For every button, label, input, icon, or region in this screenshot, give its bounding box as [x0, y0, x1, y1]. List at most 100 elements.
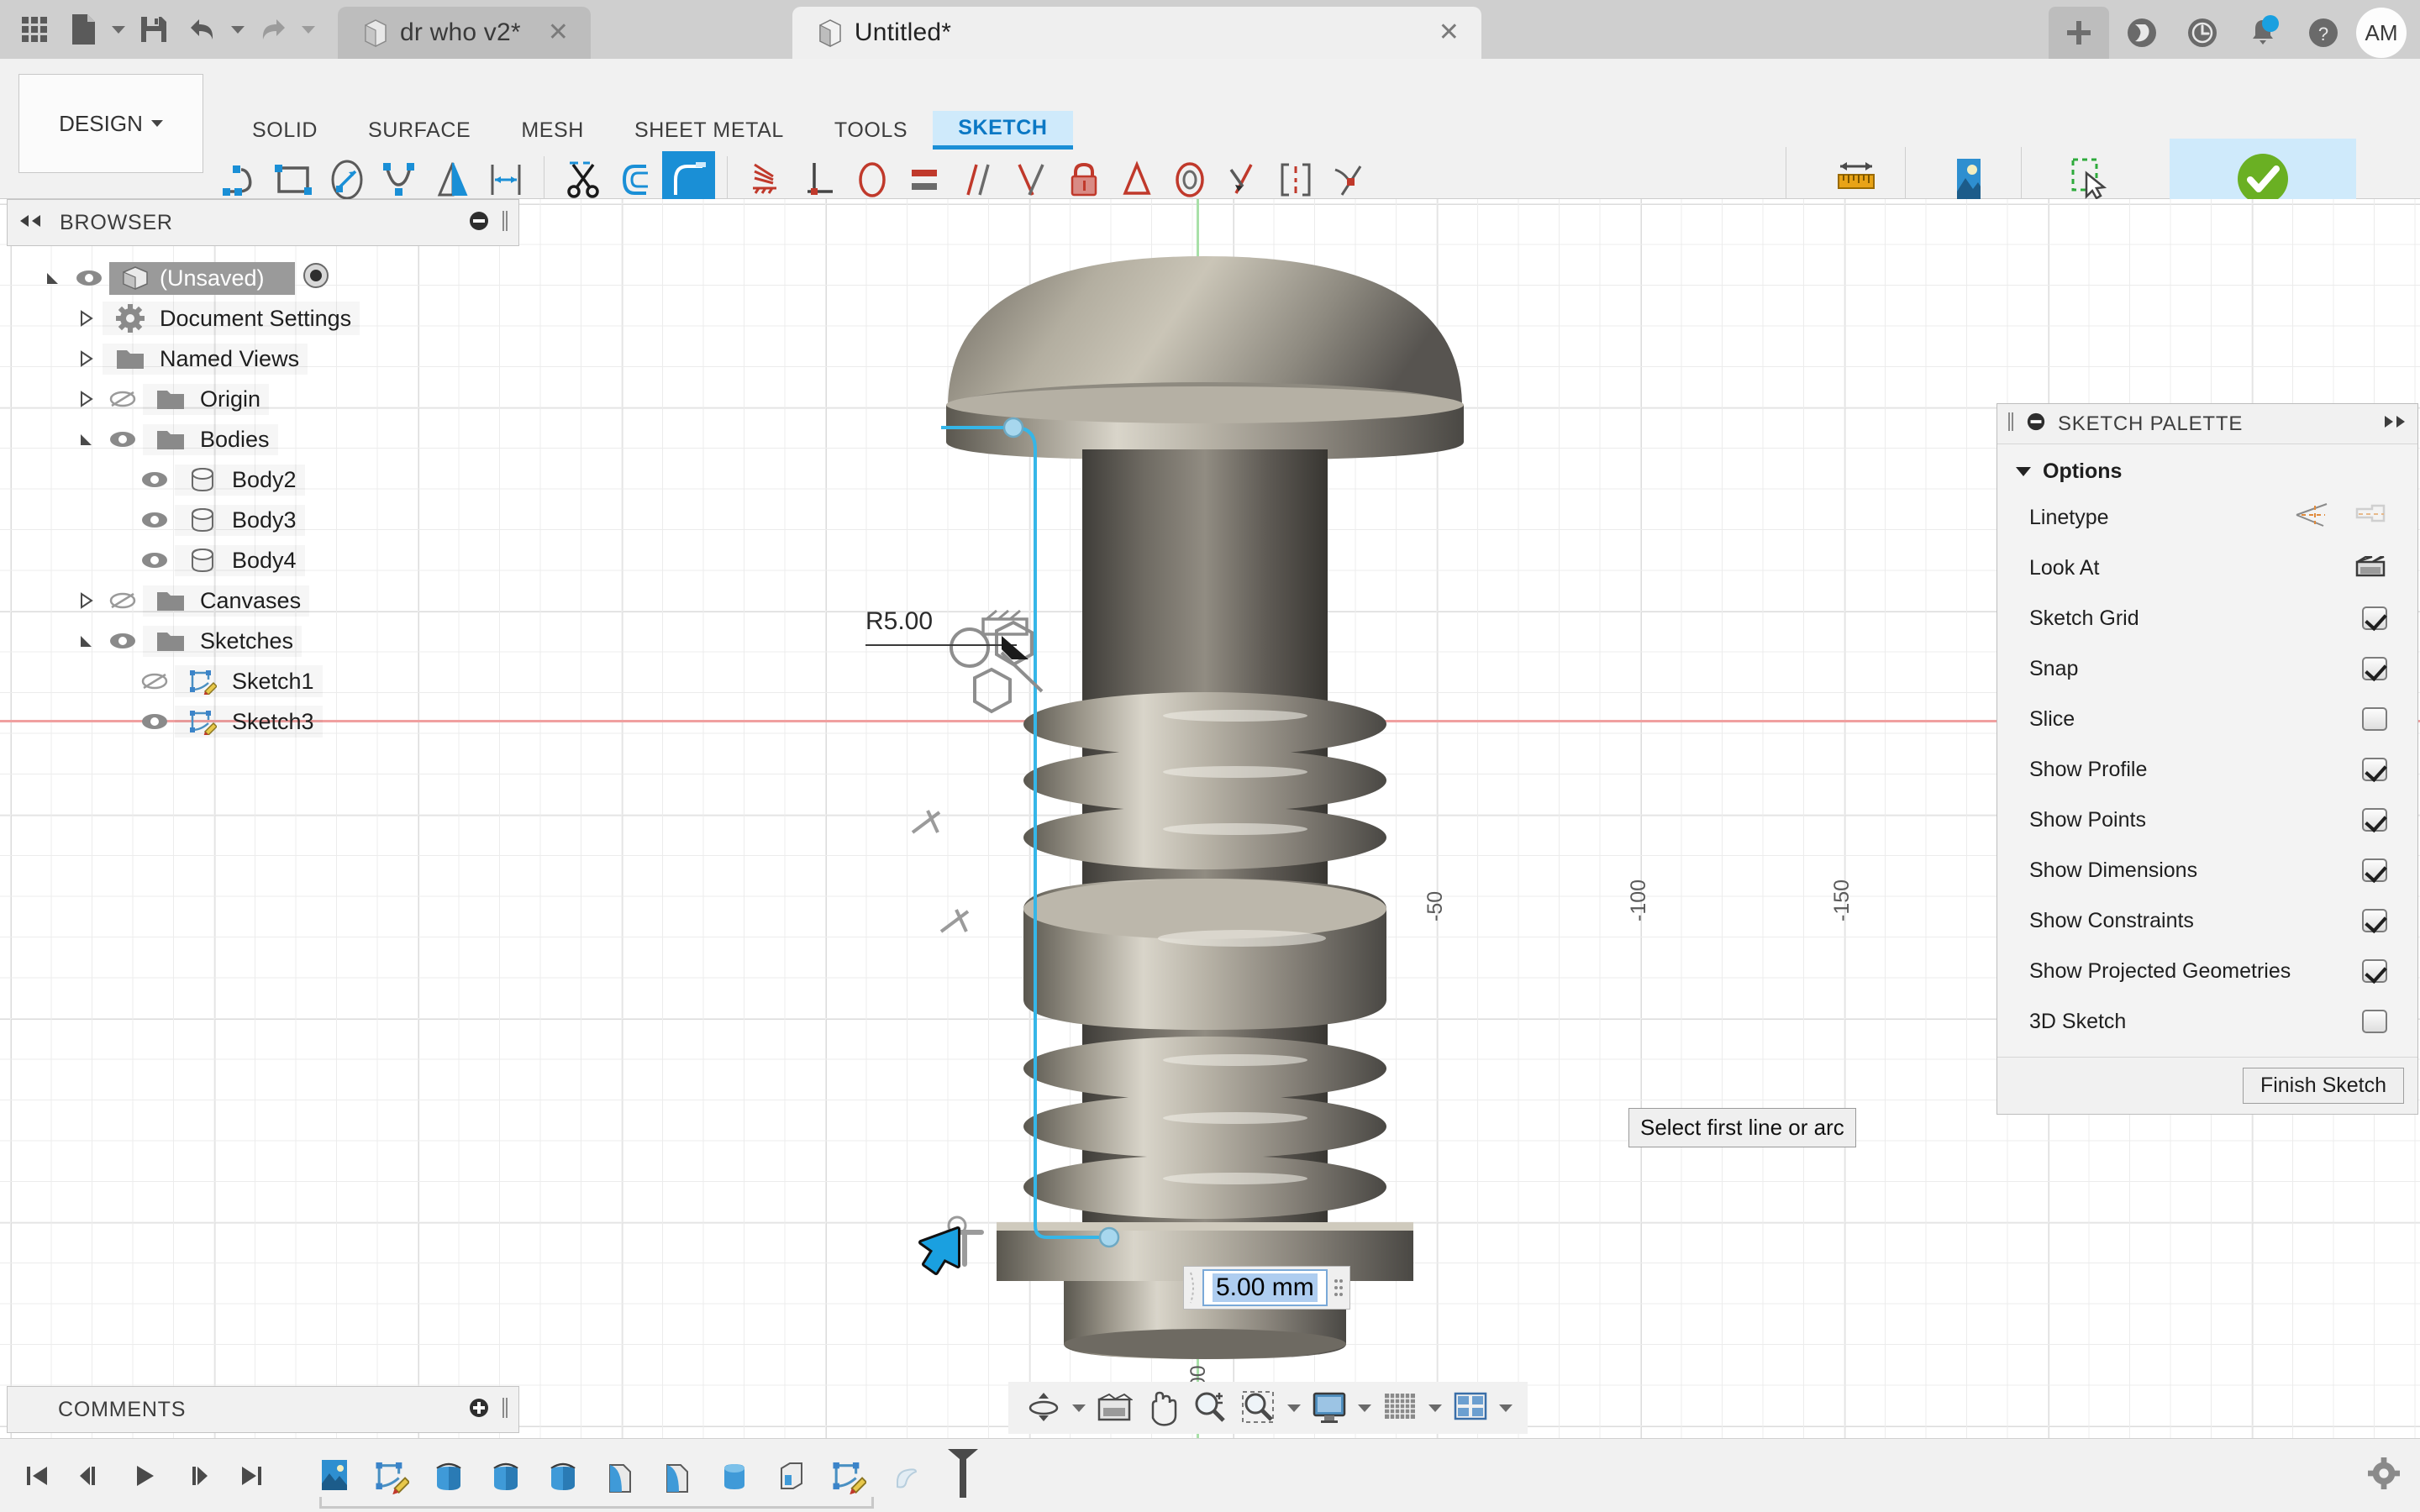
extensions-icon[interactable] [2114, 7, 2170, 59]
tree-item-named-views[interactable]: Named Views [7, 339, 519, 379]
visibility-hidden-icon[interactable] [103, 591, 143, 611]
step-forward-icon[interactable] [175, 1452, 222, 1499]
finish-sketch-palette-button[interactable]: Finish Sketch [2243, 1068, 2404, 1104]
3d-sketch-checkbox[interactable] [2362, 1010, 2387, 1033]
step-back-icon[interactable] [67, 1452, 114, 1499]
visibility-eye-icon[interactable] [134, 712, 175, 731]
view-pan-look-at-icon[interactable] [1091, 1382, 1138, 1434]
avatar[interactable]: AM [2356, 8, 2407, 58]
grid-snaps-caret[interactable] [1425, 1404, 1445, 1412]
centerline-linetype-icon[interactable] [2354, 502, 2387, 533]
close-icon[interactable]: ✕ [1439, 20, 1460, 45]
visibility-eye-icon[interactable] [103, 632, 143, 650]
add-comment-icon[interactable] [468, 1397, 490, 1423]
snap-checkbox[interactable] [2362, 657, 2387, 680]
drag-grip-icon[interactable] [1184, 1267, 1202, 1309]
tree-item-body4[interactable]: Body4 [7, 540, 519, 580]
timeline-item-shell[interactable] [768, 1452, 815, 1500]
undo-icon[interactable] [180, 7, 225, 52]
save-icon[interactable] [131, 7, 176, 52]
twisty-closed-icon[interactable] [71, 310, 103, 327]
help-icon[interactable]: ? [2296, 7, 2351, 59]
new-file-icon[interactable] [60, 7, 106, 52]
tree-item-sketch1[interactable]: Sketch1 [7, 661, 519, 701]
document-tab-untitled[interactable]: Untitled* ✕ [792, 7, 1481, 59]
show-profile-checkbox[interactable] [2362, 758, 2387, 781]
new-file-caret[interactable] [109, 7, 128, 52]
redo-caret[interactable] [299, 7, 318, 52]
timeline-item-cylinder[interactable] [711, 1452, 758, 1500]
dimension-value-field[interactable]: 5.00 mm [1202, 1269, 1328, 1306]
tab-tools[interactable]: TOOLS [809, 111, 933, 150]
visibility-eye-icon[interactable] [134, 511, 175, 529]
timeline-item-fillet[interactable] [882, 1452, 929, 1500]
pan-hand-icon[interactable] [1139, 1382, 1185, 1434]
activate-radio-icon[interactable] [302, 261, 330, 296]
tab-solid[interactable]: SOLID [227, 111, 343, 150]
visibility-eye-icon[interactable] [103, 430, 143, 449]
show-projected-geometries-checkbox[interactable] [2362, 959, 2387, 983]
show-points-checkbox[interactable] [2362, 808, 2387, 832]
orbit-caret[interactable] [1069, 1404, 1089, 1412]
panel-resize-handle[interactable] [502, 210, 508, 236]
twisty-open-icon[interactable] [71, 633, 103, 649]
timeline-marker[interactable] [943, 1446, 983, 1505]
timeline-item-revolve-2[interactable] [482, 1452, 529, 1500]
notifications-icon[interactable] [2235, 7, 2291, 59]
display-settings-icon[interactable] [1306, 1382, 1353, 1434]
sketch-grid-checkbox[interactable] [2362, 606, 2387, 630]
construction-linetype-icon[interactable] [2295, 501, 2330, 535]
redo-icon[interactable] [250, 7, 296, 52]
grid-snaps-icon[interactable] [1376, 1382, 1423, 1434]
tree-item-unsaved[interactable]: (Unsaved) [7, 258, 519, 298]
collapse-left-icon[interactable] [18, 213, 43, 233]
minimize-icon[interactable] [468, 210, 490, 236]
panel-resize-handle[interactable] [2007, 412, 2014, 436]
orbit-icon[interactable] [1020, 1382, 1067, 1434]
twisty-open-icon[interactable] [71, 431, 103, 448]
radius-dimension-label[interactable]: R5.00 [865, 607, 933, 636]
document-tab-dr-who[interactable]: dr who v2* ✕ [338, 7, 591, 59]
visibility-hidden-icon[interactable] [103, 389, 143, 409]
play-icon[interactable] [121, 1452, 168, 1499]
visibility-eye-icon[interactable] [134, 470, 175, 489]
panel-resize-handle[interactable] [502, 1397, 508, 1423]
timeline-item-canvas[interactable] [311, 1452, 358, 1500]
comments-panel[interactable]: COMMENTS [7, 1386, 519, 1433]
grid-apps-icon[interactable] [12, 7, 57, 52]
constraint-tangent-marker[interactable] [943, 1222, 1002, 1281]
tab-sheet-metal[interactable]: SHEET METAL [609, 111, 809, 150]
minimize-icon[interactable] [2026, 412, 2046, 436]
more-options-icon[interactable] [1328, 1267, 1349, 1309]
tree-item-bodies[interactable]: Bodies [7, 419, 519, 459]
recent-icon[interactable] [2175, 7, 2230, 59]
skip-to-start-icon[interactable] [13, 1452, 60, 1499]
viewports-icon[interactable] [1447, 1382, 1494, 1434]
zoom-window-caret[interactable] [1284, 1404, 1304, 1412]
undo-caret[interactable] [229, 7, 247, 52]
look-at-icon[interactable] [2354, 552, 2387, 585]
tab-mesh[interactable]: MESH [496, 111, 609, 150]
show-dimensions-checkbox[interactable] [2362, 858, 2387, 882]
show-constraints-checkbox[interactable] [2362, 909, 2387, 932]
tab-sketch[interactable]: SKETCH [933, 111, 1072, 150]
tree-item-sketch3[interactable]: Sketch3 [7, 701, 519, 742]
twisty-open-icon[interactable] [37, 270, 69, 286]
expand-right-icon[interactable] [2382, 414, 2407, 433]
twisty-closed-icon[interactable] [71, 391, 103, 407]
visibility-hidden-icon[interactable] [134, 671, 175, 691]
zoom-window-icon[interactable] [1235, 1382, 1282, 1434]
timeline-item-extrude-2[interactable] [654, 1452, 701, 1500]
skip-to-end-icon[interactable] [229, 1452, 276, 1499]
workspace-selector[interactable]: DESIGN [18, 74, 203, 173]
constraint-perpendicular-marker[interactable] [934, 903, 985, 953]
tree-item-body3[interactable]: Body3 [7, 500, 519, 540]
timeline-item-revolve-1[interactable] [425, 1452, 472, 1500]
close-icon[interactable]: ✕ [548, 20, 569, 45]
tab-surface[interactable]: SURFACE [343, 111, 496, 150]
dimension-input[interactable]: 5.00 mm [1183, 1266, 1350, 1310]
constraint-perpendicular-marker[interactable] [906, 804, 956, 854]
timeline-item-extrude-1[interactable] [597, 1452, 644, 1500]
new-tab-button[interactable] [2049, 7, 2109, 59]
tree-item-canvases[interactable]: Canvases [7, 580, 519, 621]
